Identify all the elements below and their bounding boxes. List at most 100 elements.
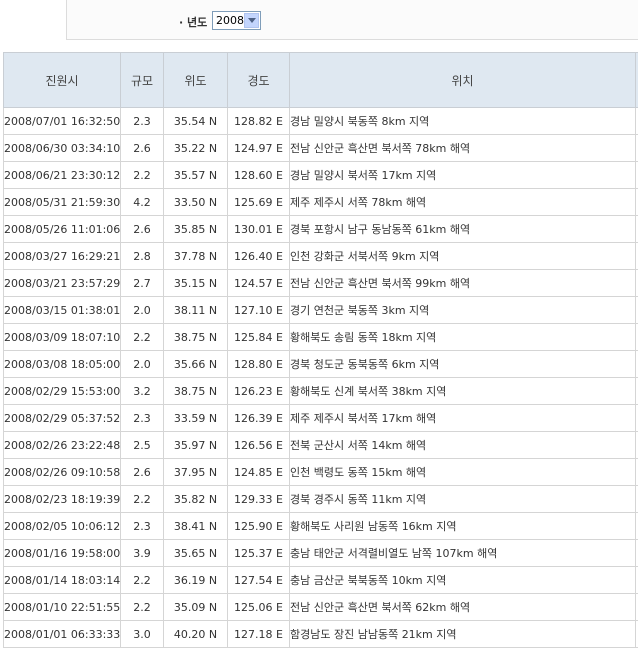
cell-time: 2008/02/05 10:06:12 — [3, 512, 121, 540]
cell-latitude: 38.75 N — [163, 323, 228, 351]
cell-location: 경기 연천군 북동쪽 3km 지역 — [289, 296, 636, 324]
cell-location: 경남 밀양시 북서쪽 17km 지역 — [289, 161, 636, 189]
table-row: 2008/06/30 03:34:10 2.6 35.22 N 124.97 E 전남 … — [3, 134, 638, 162]
cell-location: 제주 제주시 북서쪽 17km 해역 — [289, 404, 636, 432]
table-row: 2008/03/21 23:57:29 2.7 35.15 N 124.57 E 전남 … — [3, 269, 638, 297]
cell-latitude: 35.54 N — [163, 107, 228, 135]
cell-location: 황해북도 사리원 남동쪽 16km 지역 — [289, 512, 636, 540]
cell-magnitude: 2.3 — [120, 107, 164, 135]
cell-latitude: 38.41 N — [163, 512, 228, 540]
cell-location: 경북 청도군 동북동쪽 6km 지역 — [289, 350, 636, 378]
cell-time: 2008/05/31 21:59:30 — [3, 188, 121, 216]
cell-magnitude: 2.2 — [120, 593, 164, 621]
table-row: 2008/03/15 01:38:01 2.0 38.11 N 127.10 E 경기 … — [3, 296, 638, 324]
cell-location: 황해북도 신계 북서쪽 38km 지역 — [289, 377, 636, 405]
cell-latitude: 35.22 N — [163, 134, 228, 162]
cell-latitude: 35.65 N — [163, 539, 228, 567]
cell-longitude: 128.80 E — [227, 350, 290, 378]
cell-latitude: 33.59 N — [163, 404, 228, 432]
cell-latitude: 35.15 N — [163, 269, 228, 297]
cell-longitude: 128.82 E — [227, 107, 290, 135]
cell-time: 2008/02/29 15:53:00 — [3, 377, 121, 405]
cell-location: 제주 제주시 서쪽 78km 해역 — [289, 188, 636, 216]
cell-latitude: 38.11 N — [163, 296, 228, 324]
table-row: 2008/03/08 18:05:00 2.0 35.66 N 128.80 E 경북 … — [3, 350, 638, 378]
cell-longitude: 124.57 E — [227, 269, 290, 297]
cell-time: 2008/03/21 23:57:29 — [3, 269, 121, 297]
cell-latitude: 38.75 N — [163, 377, 228, 405]
cell-location: 인천 백령도 동쪽 15km 해역 — [289, 458, 636, 486]
cell-longitude: 125.37 E — [227, 539, 290, 567]
cell-time: 2008/05/26 11:01:06 — [3, 215, 121, 243]
cell-magnitude: 4.2 — [120, 188, 164, 216]
cell-time: 2008/02/23 18:19:39 — [3, 485, 121, 513]
cell-longitude: 130.01 E — [227, 215, 290, 243]
cell-longitude: 129.33 E — [227, 485, 290, 513]
cell-latitude: 33.50 N — [163, 188, 228, 216]
cell-location: 전남 신안군 흑산면 북서쪽 99km 해역 — [289, 269, 636, 297]
year-select-value: 2008 — [216, 14, 244, 27]
cell-magnitude: 2.5 — [120, 431, 164, 459]
table-row: 2008/02/29 15:53:00 3.2 38.75 N 126.23 E 황해북… — [3, 377, 638, 405]
cell-longitude: 128.60 E — [227, 161, 290, 189]
cell-latitude: 35.97 N — [163, 431, 228, 459]
table-body: 2008/07/01 16:32:50 2.3 35.54 N 128.82 E 경남 … — [3, 107, 638, 648]
cell-time: 2008/01/01 06:33:33 — [3, 620, 121, 648]
cell-location: 전남 신안군 흑산면 북서쪽 62km 해역 — [289, 593, 636, 621]
cell-time: 2008/02/29 05:37:52 — [3, 404, 121, 432]
year-filter-bar: · 년도 2008 — [66, 0, 638, 40]
cell-time: 2008/01/10 22:51:55 — [3, 593, 121, 621]
table-row: 2008/01/16 19:58:00 3.9 35.65 N 125.37 E 충남 … — [3, 539, 638, 567]
cell-magnitude: 2.2 — [120, 323, 164, 351]
year-filter-label: · 년도 — [179, 16, 208, 29]
cell-time: 2008/03/09 18:07:10 — [3, 323, 121, 351]
cell-latitude: 35.82 N — [163, 485, 228, 513]
cell-magnitude: 2.3 — [120, 404, 164, 432]
cell-location: 함경남도 장진 남남동쪽 21km 지역 — [289, 620, 636, 648]
cell-time: 2008/07/01 16:32:50 — [3, 107, 121, 135]
cell-location: 경북 포항시 남구 동남동쪽 61km 해역 — [289, 215, 636, 243]
table-row: 2008/01/14 18:03:14 2.2 36.19 N 127.54 E 충남 … — [3, 566, 638, 594]
cell-longitude: 126.40 E — [227, 242, 290, 270]
table-row: 2008/02/26 09:10:58 2.6 37.95 N 124.85 E 인천 … — [3, 458, 638, 486]
table-row: 2008/03/27 16:29:21 2.8 37.78 N 126.40 E 인천 … — [3, 242, 638, 270]
cell-magnitude: 2.2 — [120, 566, 164, 594]
year-select[interactable]: 2008 — [212, 11, 261, 30]
table-row: 2008/02/23 18:19:39 2.2 35.82 N 129.33 E 경북 … — [3, 485, 638, 513]
cell-longitude: 126.23 E — [227, 377, 290, 405]
header-location: 위치 — [289, 52, 636, 108]
cell-time: 2008/06/30 03:34:10 — [3, 134, 121, 162]
chevron-down-icon[interactable] — [244, 13, 259, 28]
cell-latitude: 35.85 N — [163, 215, 228, 243]
cell-location: 전남 신안군 흑산면 북서쪽 78km 해역 — [289, 134, 636, 162]
table-row: 2008/01/10 22:51:55 2.2 35.09 N 125.06 E 전남 … — [3, 593, 638, 621]
cell-longitude: 126.56 E — [227, 431, 290, 459]
cell-latitude: 37.95 N — [163, 458, 228, 486]
cell-location: 충남 금산군 북북동쪽 10km 지역 — [289, 566, 636, 594]
cell-magnitude: 2.7 — [120, 269, 164, 297]
cell-latitude: 40.20 N — [163, 620, 228, 648]
cell-magnitude: 3.0 — [120, 620, 164, 648]
cell-magnitude: 2.6 — [120, 134, 164, 162]
cell-magnitude: 2.0 — [120, 296, 164, 324]
cell-longitude: 127.54 E — [227, 566, 290, 594]
header-magnitude: 규모 — [120, 52, 164, 108]
cell-location: 인천 강화군 서북서쪽 9km 지역 — [289, 242, 636, 270]
table-row: 2008/05/31 21:59:30 4.2 33.50 N 125.69 E 제주 … — [3, 188, 638, 216]
cell-longitude: 127.18 E — [227, 620, 290, 648]
cell-location: 충남 태안군 서격렬비열도 남쪽 107km 해역 — [289, 539, 636, 567]
cell-magnitude: 3.2 — [120, 377, 164, 405]
cell-magnitude: 2.8 — [120, 242, 164, 270]
cell-time: 2008/01/16 19:58:00 — [3, 539, 121, 567]
cell-location: 전북 군산시 서쪽 14km 해역 — [289, 431, 636, 459]
table-row: 2008/03/09 18:07:10 2.2 38.75 N 125.84 E 황해북… — [3, 323, 638, 351]
cell-latitude: 36.19 N — [163, 566, 228, 594]
header-longitude: 경도 — [227, 52, 290, 108]
cell-magnitude: 2.2 — [120, 161, 164, 189]
cell-time: 2008/01/14 18:03:14 — [3, 566, 121, 594]
cell-longitude: 124.97 E — [227, 134, 290, 162]
cell-latitude: 37.78 N — [163, 242, 228, 270]
table-row: 2008/05/26 11:01:06 2.6 35.85 N 130.01 E 경북 … — [3, 215, 638, 243]
cell-longitude: 125.84 E — [227, 323, 290, 351]
cell-latitude: 35.57 N — [163, 161, 228, 189]
